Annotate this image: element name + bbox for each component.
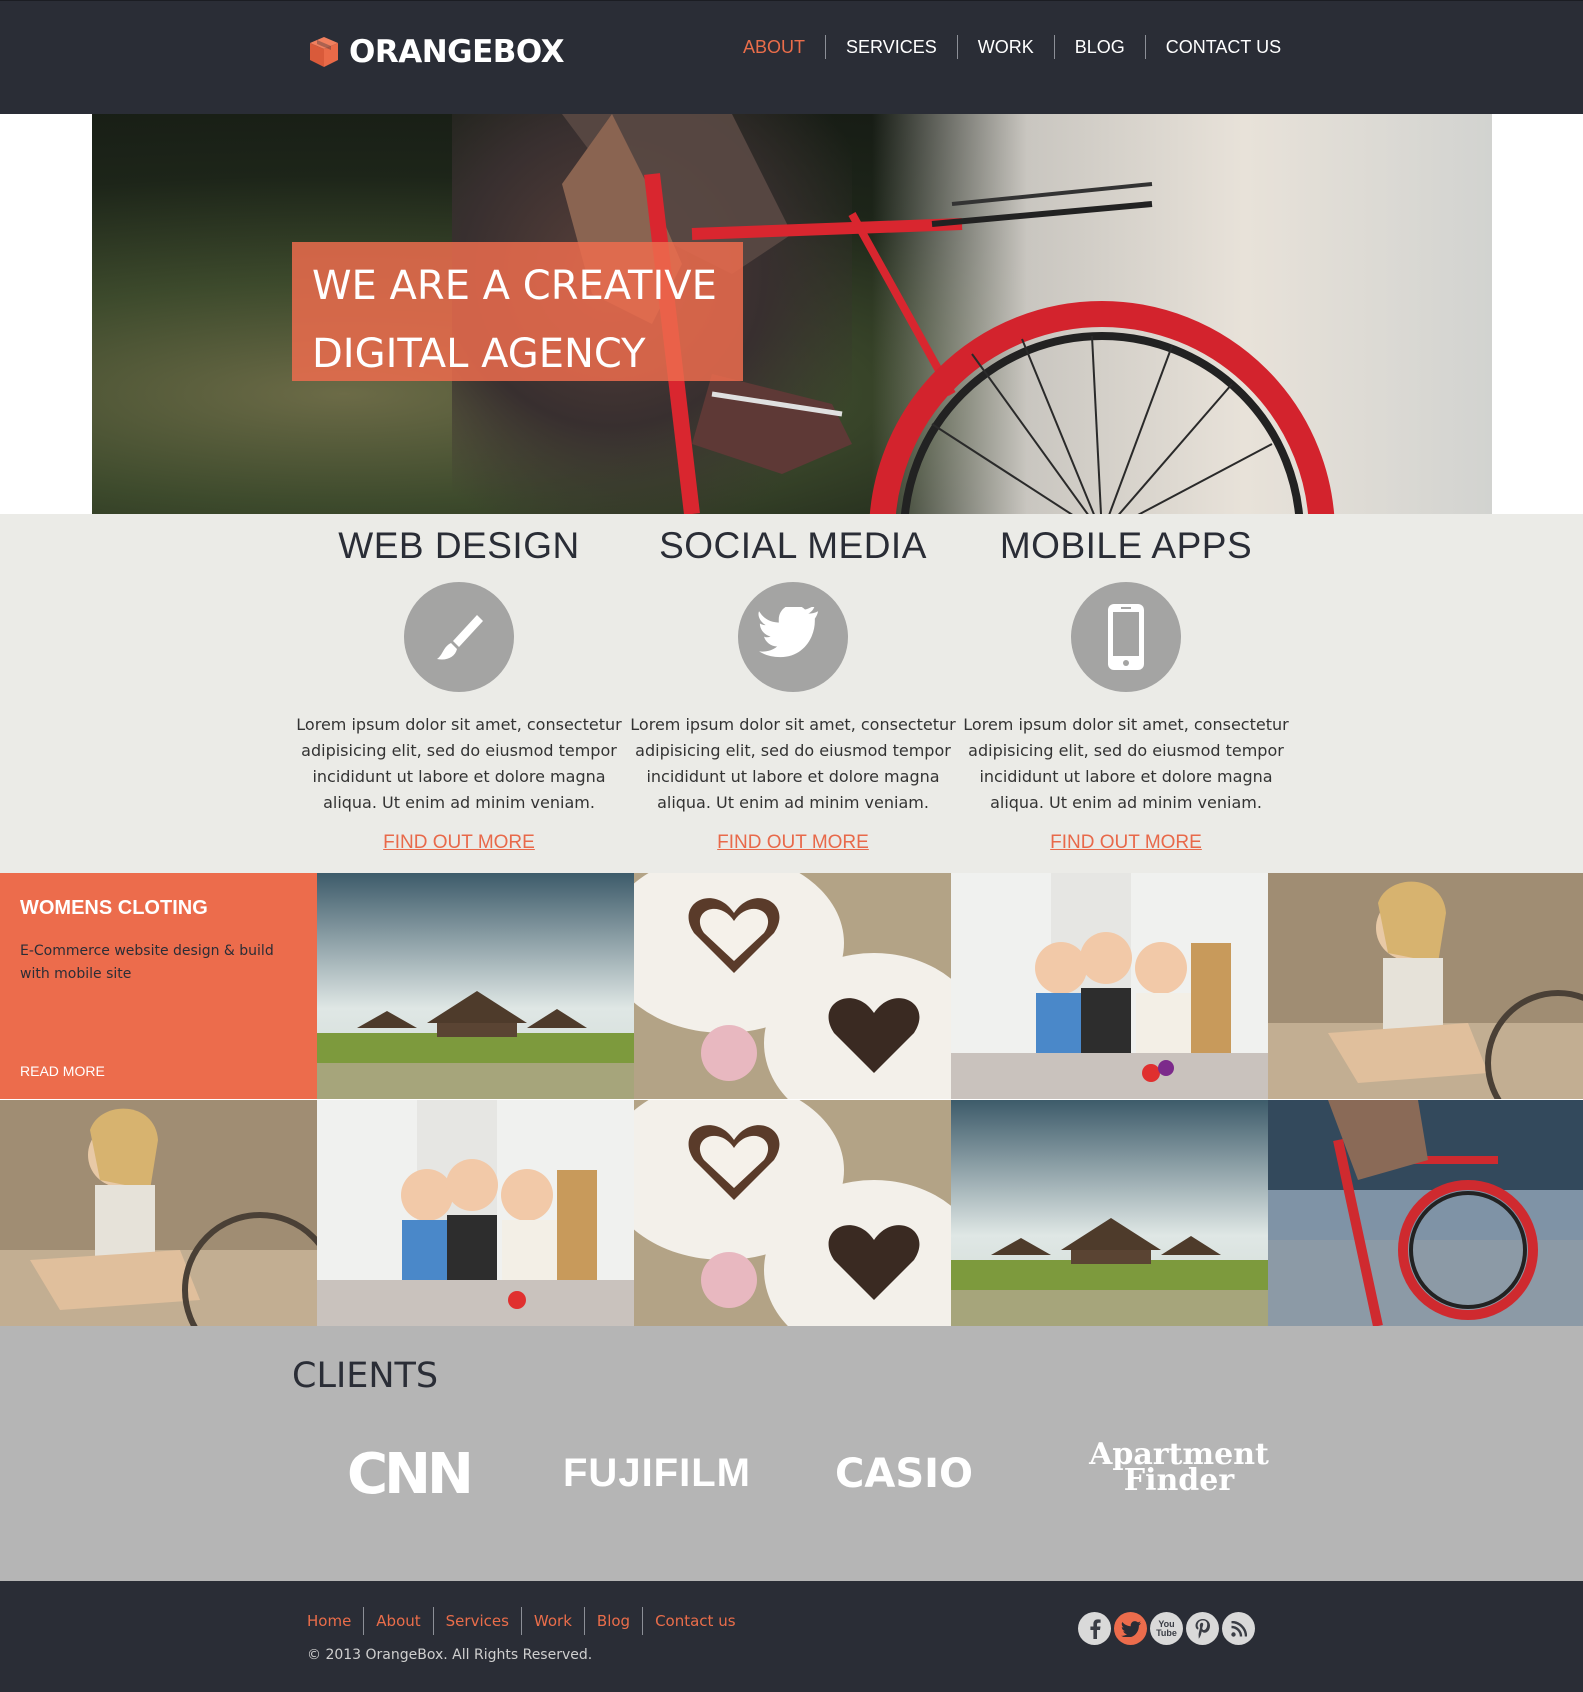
site-footer: Home About Services Work Blog Contact us…: [0, 1581, 1583, 1692]
clients-title: CLIENTS: [292, 1356, 439, 1396]
portfolio-promo-tile[interactable]: WOMENS CLOTING E-Commerce website design…: [0, 873, 317, 1099]
gallery-image-woman-bicycle[interactable]: [1268, 873, 1583, 1099]
nav-blog[interactable]: BLOG: [1053, 35, 1145, 59]
logo-text: ORANGEBOX: [349, 34, 565, 70]
client-logo-apartment-finder[interactable]: Apartment Finder: [1088, 1440, 1270, 1496]
nav-about[interactable]: ABOUT: [723, 35, 825, 59]
twitter-icon[interactable]: [1114, 1612, 1147, 1645]
gallery-image-coffee-hearts[interactable]: [634, 1100, 951, 1326]
twitter-bird-icon: [738, 582, 848, 692]
social-links: You Tube: [1078, 1612, 1258, 1645]
gallery-image-woman-bicycle[interactable]: [0, 1100, 317, 1326]
find-out-more-link[interactable]: FIND OUT MORE: [717, 832, 869, 854]
nav-work[interactable]: WORK: [956, 35, 1054, 59]
service-description: Lorem ipsum dolor sit amet, consectetur …: [630, 715, 956, 812]
service-title: MOBILE APPS: [999, 525, 1253, 566]
service-web-design: WEB DESIGN Lorem ipsum dolor sit amet, c…: [292, 514, 626, 854]
hero-title-line-2: DIGITAL AGENCY: [312, 331, 646, 377]
footer-link-about[interactable]: About: [363, 1607, 432, 1635]
service-description: Lorem ipsum dolor sit amet, consectetur …: [296, 715, 622, 812]
nav-contact[interactable]: CONTACT US: [1144, 35, 1301, 59]
rss-icon[interactable]: [1222, 1612, 1255, 1645]
hero-title-line-1: WE ARE A CREATIVE: [312, 263, 717, 309]
youtube-icon[interactable]: You Tube: [1150, 1612, 1183, 1645]
footer-link-work[interactable]: Work: [520, 1607, 584, 1635]
client-logo-fujifilm[interactable]: FUJIFILM: [563, 1451, 751, 1496]
portfolio-gallery: WOMENS CLOTING E-Commerce website design…: [0, 873, 1583, 1326]
client-logo-casio[interactable]: CASIO: [835, 1451, 973, 1497]
service-title: WEB DESIGN: [338, 525, 580, 566]
service-mobile-apps: MOBILE APPS Lorem ipsum dolor sit amet, …: [959, 514, 1293, 854]
service-social-media: SOCIAL MEDIA Lorem ipsum dolor sit amet,…: [626, 514, 960, 854]
footer-link-blog[interactable]: Blog: [583, 1607, 642, 1635]
pinterest-icon[interactable]: [1186, 1612, 1219, 1645]
find-out-more-link[interactable]: FIND OUT MORE: [383, 832, 535, 854]
copyright-text: © 2013 OrangeBox. All Rights Reserved.: [307, 1647, 593, 1663]
paintbrush-icon: [404, 582, 514, 692]
footer-link-contact[interactable]: Contact us: [642, 1607, 747, 1635]
footer-nav: Home About Services Work Blog Contact us: [307, 1607, 748, 1635]
site-header: ORANGEBOX ABOUT SERVICES WORK BLOG CONTA…: [0, 0, 1583, 114]
footer-link-home[interactable]: Home: [307, 1607, 363, 1635]
gallery-image-children[interactable]: [951, 873, 1268, 1099]
gallery-image-children[interactable]: [317, 1100, 634, 1326]
cube-logo-icon: [310, 37, 338, 67]
gallery-image-resort[interactable]: [317, 873, 634, 1099]
promo-description: E-Commerce website design & build with m…: [20, 943, 274, 982]
facebook-icon[interactable]: [1078, 1612, 1111, 1645]
youtube-glyph: You Tube: [1156, 1618, 1177, 1638]
gallery-image-coffee-hearts[interactable]: [634, 873, 951, 1099]
hero-caption: WE ARE A CREATIVE DIGITAL AGENCY: [292, 242, 743, 381]
nav-services[interactable]: SERVICES: [825, 35, 957, 59]
logo[interactable]: ORANGEBOX: [307, 34, 565, 70]
client-logo-cnn[interactable]: CNN: [347, 1442, 474, 1507]
hero-banner: WE ARE A CREATIVE DIGITAL AGENCY: [92, 114, 1492, 514]
read-more-link[interactable]: READ MORE: [20, 1063, 105, 1079]
service-description: Lorem ipsum dolor sit amet, consectetur …: [963, 715, 1289, 812]
find-out-more-link[interactable]: FIND OUT MORE: [1050, 832, 1202, 854]
promo-title: WOMENS CLOTING: [20, 897, 208, 919]
service-title: SOCIAL MEDIA: [659, 525, 927, 566]
services-section: WEB DESIGN Lorem ipsum dolor sit amet, c…: [0, 514, 1583, 873]
clients-section: CLIENTS CNN FUJIFILM CASIO Apartment Fin…: [0, 1326, 1583, 1581]
smartphone-icon: [1071, 582, 1181, 692]
gallery-image-red-bicycle[interactable]: [1268, 1100, 1583, 1326]
footer-link-services[interactable]: Services: [432, 1607, 521, 1635]
main-nav: ABOUT SERVICES WORK BLOG CONTACT US: [723, 35, 1301, 59]
gallery-image-resort[interactable]: [951, 1100, 1268, 1326]
